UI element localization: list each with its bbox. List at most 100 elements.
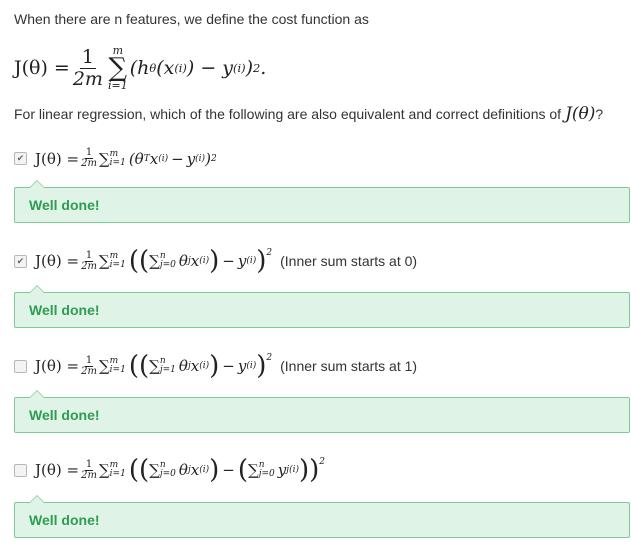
opt1-body: (θ xyxy=(128,149,144,168)
cost-body-prefix: (h xyxy=(129,57,150,79)
cost-function-formula: J(θ) = 1 2m m ∑ i=1 (h θ (x (i)) − y (i)) 2. xyxy=(14,44,266,92)
intro-text: When there are n features, we define the… xyxy=(14,11,369,27)
opt1-square: 2 xyxy=(210,153,217,164)
opt3-sum: ∑ xyxy=(98,357,110,375)
option-3[interactable]: J(θ) = 1 2m ∑ m i=1 (( ∑ n j=1 θj x (i) ) − … xyxy=(14,353,417,379)
feedback-text: Well done! xyxy=(29,197,100,213)
opt2-minus: − xyxy=(222,252,235,270)
opt4-sum: ∑ xyxy=(98,461,110,479)
opt4-square: 2 xyxy=(319,457,325,467)
feedback-arrow xyxy=(29,495,45,503)
opt4-second-sub: j=0 xyxy=(258,469,275,479)
cost-body-mid: (x xyxy=(156,57,175,79)
frac-numerator: 1 xyxy=(79,45,96,69)
opt3-x: x xyxy=(190,357,200,375)
feedback-arrow xyxy=(29,285,45,293)
feedback-text: Well done! xyxy=(29,302,100,318)
option-3-feedback: Well done! xyxy=(14,390,630,433)
opt1-fraction: 1 2m xyxy=(81,148,97,169)
feedback-text: Well done! xyxy=(29,512,100,528)
feedback-text: Well done! xyxy=(29,407,100,423)
opt4-frac-num: 1 xyxy=(84,458,94,471)
option-4[interactable]: J(θ) = 1 2m ∑ m i=1 (( ∑ n j=0 θj x (i) ) − … xyxy=(14,457,333,483)
opt1-x: x xyxy=(149,149,159,168)
option-2[interactable]: ✔ J(θ) = 1 2m ∑ m i=1 (( ∑ n j=0 θj x (i) ) … xyxy=(14,248,417,274)
opt2-theta: θ xyxy=(178,252,188,270)
option-3-formula: J(θ) = 1 2m ∑ m i=1 (( ∑ n j=1 θj x (i) ) − … xyxy=(35,351,418,381)
opt2-lhs: J(θ) = xyxy=(35,252,80,270)
option-4-formula: J(θ) = 1 2m ∑ m i=1 (( ∑ n j=0 θj x (i) ) − … xyxy=(35,455,325,485)
opt3-frac-den: 2m xyxy=(81,365,97,377)
opt3-note: (Inner sum starts at 1) xyxy=(280,358,418,374)
opt1-lhs: J(θ) = xyxy=(35,149,80,168)
opt3-frac-num: 1 xyxy=(84,354,94,367)
opt4-frac-den: 2m xyxy=(81,469,97,481)
opt4-x: x xyxy=(190,461,200,479)
opt4-theta: θ xyxy=(178,461,188,479)
opt4-sum-sub: i=1 xyxy=(109,469,126,479)
cost-sup-i: (i) xyxy=(174,61,187,75)
opt2-y: y xyxy=(237,252,247,270)
option-3-checkbox[interactable] xyxy=(14,359,27,373)
opt3-square: 2 xyxy=(266,353,273,363)
opt3-fraction: 1 2m xyxy=(81,354,97,377)
option-4-checkbox[interactable] xyxy=(14,463,27,477)
cost-body-sub: θ xyxy=(149,61,157,75)
opt3-y: y xyxy=(237,357,247,375)
opt1-sum-sub: i=1 xyxy=(109,157,126,168)
option-2-checkbox[interactable]: ✔ xyxy=(14,254,27,268)
opt2-x: x xyxy=(190,252,200,270)
opt4-inner-sub: j=0 xyxy=(159,469,176,479)
option-1-feedback: Well done! xyxy=(14,180,630,223)
opt3-sup-i-y: (i) xyxy=(246,361,257,371)
opt3-sum-sub: i=1 xyxy=(109,365,126,375)
opt1-frac-den: 2m xyxy=(81,158,97,169)
cost-square: 2 xyxy=(252,61,261,75)
opt1-sup-i-y: (i) xyxy=(195,153,206,164)
opt2-frac-num: 1 xyxy=(84,249,94,262)
opt3-inner-sub: j=1 xyxy=(159,365,176,375)
opt2-sum: ∑ xyxy=(98,252,110,270)
opt4-lhs: J(θ) = xyxy=(35,461,80,479)
opt3-sup-i: (i) xyxy=(199,361,210,371)
opt3-minus: − xyxy=(222,357,235,375)
option-1[interactable]: ✔ J(θ) = 1 2m ∑ m i=1 (θ T x (i) − y (i)) 2 xyxy=(14,148,217,169)
opt1-sup-i: (i) xyxy=(158,153,169,164)
opt2-fraction: 1 2m xyxy=(81,249,97,272)
option-4-feedback: Well done! xyxy=(14,495,630,538)
opt4-y: y xyxy=(277,461,287,479)
opt4-minus: − xyxy=(222,461,235,479)
opt2-sum-sub: i=1 xyxy=(109,260,126,270)
opt1-minus: − xyxy=(171,149,184,168)
cost-end: . xyxy=(260,57,267,79)
cost-sup-i-y: (i) xyxy=(233,61,246,75)
opt2-square: 2 xyxy=(266,248,273,258)
cost-body-minus: ) − y xyxy=(186,57,234,79)
question-end: ? xyxy=(595,106,604,122)
question-label: For linear regression, which of the foll… xyxy=(14,106,562,122)
opt2-inner-sub: j=0 xyxy=(159,260,176,270)
opt3-lhs: J(θ) = xyxy=(35,357,80,375)
option-2-feedback: Well done! xyxy=(14,285,630,328)
question-math: J(θ) xyxy=(565,104,596,124)
opt4-sup-i: (i) xyxy=(199,465,210,475)
opt1-y: y xyxy=(186,149,196,168)
opt2-sup-i-y: (i) xyxy=(246,256,257,266)
feedback-arrow xyxy=(29,180,45,188)
sum-lower: i=1 xyxy=(107,79,128,93)
feedback-arrow xyxy=(29,390,45,398)
opt2-sup-i: (i) xyxy=(199,256,210,266)
opt1-sum: ∑ xyxy=(98,149,110,168)
opt3-theta: θ xyxy=(178,357,188,375)
opt4-fraction: 1 2m xyxy=(81,458,97,481)
option-2-formula: J(θ) = 1 2m ∑ m i=1 (( ∑ n j=0 θj x (i) ) − … xyxy=(35,246,418,276)
option-1-checkbox[interactable]: ✔ xyxy=(14,152,27,165)
opt2-frac-den: 2m xyxy=(81,260,97,272)
opt4-sup-i-y: (i) xyxy=(289,465,299,475)
cost-fraction: 1 2m xyxy=(72,45,103,90)
opt2-note: (Inner sum starts at 0) xyxy=(280,253,418,269)
cost-close: ) xyxy=(245,57,253,79)
frac-denominator: 2m xyxy=(72,67,103,90)
option-1-formula: J(θ) = 1 2m ∑ m i=1 (θ T x (i) − y (i)) 2 xyxy=(35,148,217,169)
cost-lhs: J(θ) = xyxy=(14,57,70,79)
